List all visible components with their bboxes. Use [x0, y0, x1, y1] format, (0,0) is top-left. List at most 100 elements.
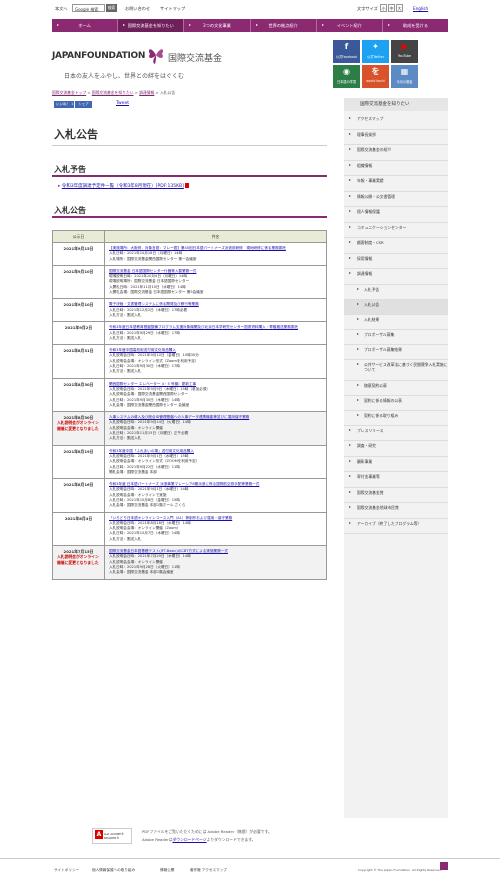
row-date-cell: 2021年9月15日 [52, 242, 105, 266]
sidebar-item[interactable]: 契約に係る取り組み [344, 411, 448, 426]
breadcrumb-top[interactable]: 国際交流基金トップ [52, 90, 86, 95]
sidebar-item[interactable]: 随意契約公募 [344, 381, 448, 396]
sidebar-item[interactable]: プレスリリース [344, 426, 448, 441]
font-small-button[interactable]: 小 [380, 4, 387, 12]
nav-events[interactable]: イベント紹介 [317, 19, 383, 32]
sidebar-item[interactable]: 顧客制度・CSR [344, 238, 448, 254]
yotei-pdf-link[interactable]: 令和3年度調達予定件一覧（令和3年8月現在）[PDF:135KB] [62, 184, 184, 189]
footer-privacy[interactable]: 個人情報保護への取り組み [92, 868, 135, 873]
nav-about[interactable]: 国際交流基金を知りたい [118, 19, 185, 32]
sidebar-item-label: プロポーザル募集 [364, 331, 395, 337]
adobe-notice: A Get ADOBE® READER® PDFファイルをご覧いただくためには … [92, 828, 322, 846]
sidebar-heading[interactable]: 国際交流基金を知りたい [344, 98, 448, 111]
sidebar-item-label: 国際交流基金賞 [357, 489, 384, 495]
butterfly-logo-icon [148, 49, 164, 64]
col-date: 公示日 [52, 230, 105, 243]
sidebar-item[interactable]: プロポーザル募集結果 [344, 345, 448, 360]
skip-link[interactable]: 本文へ [55, 6, 68, 12]
tweet-button[interactable]: Tweet [116, 101, 129, 106]
sidebar-item-label: 国際交流基金の紹介 [357, 147, 392, 152]
sidebar-item[interactable]: 年報・事業実績 [344, 176, 448, 192]
sidebar-item[interactable]: 国際交流基金の紹介 [344, 145, 448, 161]
nav-grants[interactable]: 助成を受ける [383, 19, 448, 32]
row-content-cell: 令和3年度日本語教育基盤整備プログラム支援対象機関及び北京日本学研究センター図書… [104, 321, 327, 346]
row-date: 2021年7月15日 [63, 549, 94, 555]
sidebar-item[interactable]: 寄付金事業等 [344, 472, 448, 488]
table-row: 2021年8月31日 令和3年度中国高校用送付用文化用品購入 入札説明会日時：202… [52, 344, 327, 379]
sidebar-item-label: 個人情報保護 [357, 209, 380, 214]
facebook-icon: f [344, 42, 349, 51]
row-detail: 入札方法：郵送入札 [109, 312, 142, 317]
search-input[interactable]: Google 検索 [72, 4, 105, 12]
font-medium-button[interactable]: 中 [388, 4, 395, 12]
footer-site-policy[interactable]: サイトポリシー [54, 868, 79, 873]
sns-links: f 公式Facebook ✦ 公式Twitter ▶ YouTube ◉ 日本語の学習 … [333, 40, 448, 88]
facebook-share-button[interactable]: シェア [75, 101, 92, 108]
row-content-cell: 令和3年度中国「ふれあいの場」送付用文化用品購入 入札説明会日時：2021年9月1… [104, 444, 327, 480]
row-date: 2021年9月15日 [63, 246, 94, 251]
sidebar-item[interactable]: 入札予告 [344, 285, 448, 300]
site-logo[interactable]: JAPANFOUNDATION 国際交流基金 日本の友人をふやし、世界との絆をは… [52, 37, 332, 87]
share-bar: いいね！ 1 シェア Tweet [54, 101, 174, 108]
logo-jp: 国際交流基金 [168, 54, 223, 64]
sidebar-item-label: コミュニケーションセンター [357, 224, 407, 230]
row-detail: 入札方法：郵送入札 [109, 369, 142, 374]
footer-disclosure[interactable]: 情報公開 [160, 868, 174, 873]
sidebar-item[interactable]: 契約に係る情報の公表 [344, 396, 448, 411]
breadcrumb-procurement[interactable]: 調達情報 [139, 90, 154, 95]
sidebar-item[interactable]: 情報公開・公文書管理 [344, 192, 448, 207]
pdf-icon [185, 183, 190, 188]
sidebar-item[interactable]: 調達情報 [344, 269, 448, 285]
row-date-cell: 2021年8月19日 [52, 444, 105, 480]
sidebar-item-label: 国際交流基金地球市民賞 [357, 505, 399, 510]
table-row: 2021年9月15日 【実施場所：大阪府，対象言語：マレー語】第40回日本語パート… [52, 242, 327, 266]
sidebar-item[interactable]: 国際交流基金地球市民賞 [344, 503, 448, 519]
sidebar-item[interactable]: 調査・研究 [344, 441, 448, 457]
row-date: 2021年8月30日 [63, 415, 94, 421]
search-button[interactable]: 検索 [106, 4, 117, 12]
row-detail: 入札方法：郵送入札 [109, 335, 142, 340]
wochikochi-link[interactable]: を wochi kochi [362, 65, 389, 88]
row-note: 入札説明会がオンライン開催に変更となりました [57, 420, 99, 431]
sidebar-item[interactable]: 入札公告 [344, 299, 448, 315]
footer-copyright-link[interactable]: 著作権 アクセスマップ [190, 868, 227, 873]
facebook-link[interactable]: f 公式Facebook [333, 40, 360, 63]
twitter-link[interactable]: ✦ 公式Twitter [362, 40, 389, 63]
sidebar-item[interactable]: プロポーザル募集 [344, 330, 448, 345]
sidebar-item-label: 調達情報 [357, 271, 373, 276]
sidebar-item-label: 顧客制度・CSR [357, 240, 384, 245]
nihongo-link[interactable]: ◉ 日本語の学習 [333, 65, 360, 88]
sidebar-item[interactable]: コミュニケーションセンター [344, 223, 448, 238]
monthly-link[interactable]: ▦ 今月の基金 [391, 65, 418, 88]
sidebar-item[interactable]: 採用情報 [344, 254, 448, 269]
adobe-reader-banner[interactable]: A Get ADOBE® READER® [92, 828, 132, 844]
sidebar-item[interactable]: 顕彰事業 [344, 457, 448, 472]
sidebar-item[interactable]: 理事長挨拶 [344, 130, 448, 145]
sidebar-item[interactable]: 入札結果 [344, 315, 448, 330]
breadcrumb-about[interactable]: 国際交流基金を知りたい [92, 90, 134, 95]
row-title-link[interactable]: 令和3年度日本語教育基盤整備プログラム支援対象機関及び北京日本学研究センター図書… [109, 325, 322, 330]
sidebar-item[interactable]: 組織情報 [344, 161, 448, 176]
nav-offices[interactable]: 世界の拠点紹介 [251, 19, 317, 32]
page-top-button[interactable] [440, 862, 448, 870]
logo-en: JAPANFOUNDATION [52, 51, 146, 61]
sidebar-item-label: 顕彰事業 [357, 458, 373, 464]
sidebar-item[interactable]: 個人情報保護 [344, 207, 448, 223]
sidebar-item-label: アーカイブ（終了したプログラム等） [357, 520, 422, 526]
nav-home[interactable]: ホーム [52, 19, 119, 32]
sidebar-item-label: 入札予告 [364, 286, 380, 292]
adobe-download-link[interactable]: ダウンロードページ [172, 837, 206, 842]
nav-programs[interactable]: 3つの文化事業 [184, 19, 251, 32]
youtube-link[interactable]: ▶ YouTube [391, 40, 418, 63]
sidebar-item[interactable]: 国際交流基金賞 [344, 488, 448, 503]
sidebar-item[interactable]: アクセスマップ [344, 114, 448, 130]
english-link[interactable]: English [413, 6, 428, 11]
sitemap-link[interactable]: サイトマップ [160, 6, 185, 12]
font-large-button[interactable]: 大 [396, 4, 403, 12]
row-date-cell: 2021年8月16日 [52, 478, 105, 513]
sidebar-item[interactable]: アーカイブ（終了したプログラム等） [344, 519, 448, 534]
row-date: 2021年8月19日 [63, 448, 94, 454]
inquiry-link[interactable]: お問い合わせ [125, 6, 150, 12]
sidebar-item[interactable]: 公共サービス改革法に基づく民間競争入札実施について [344, 360, 448, 381]
facebook-like-button[interactable]: いいね！ 1 [54, 101, 74, 108]
